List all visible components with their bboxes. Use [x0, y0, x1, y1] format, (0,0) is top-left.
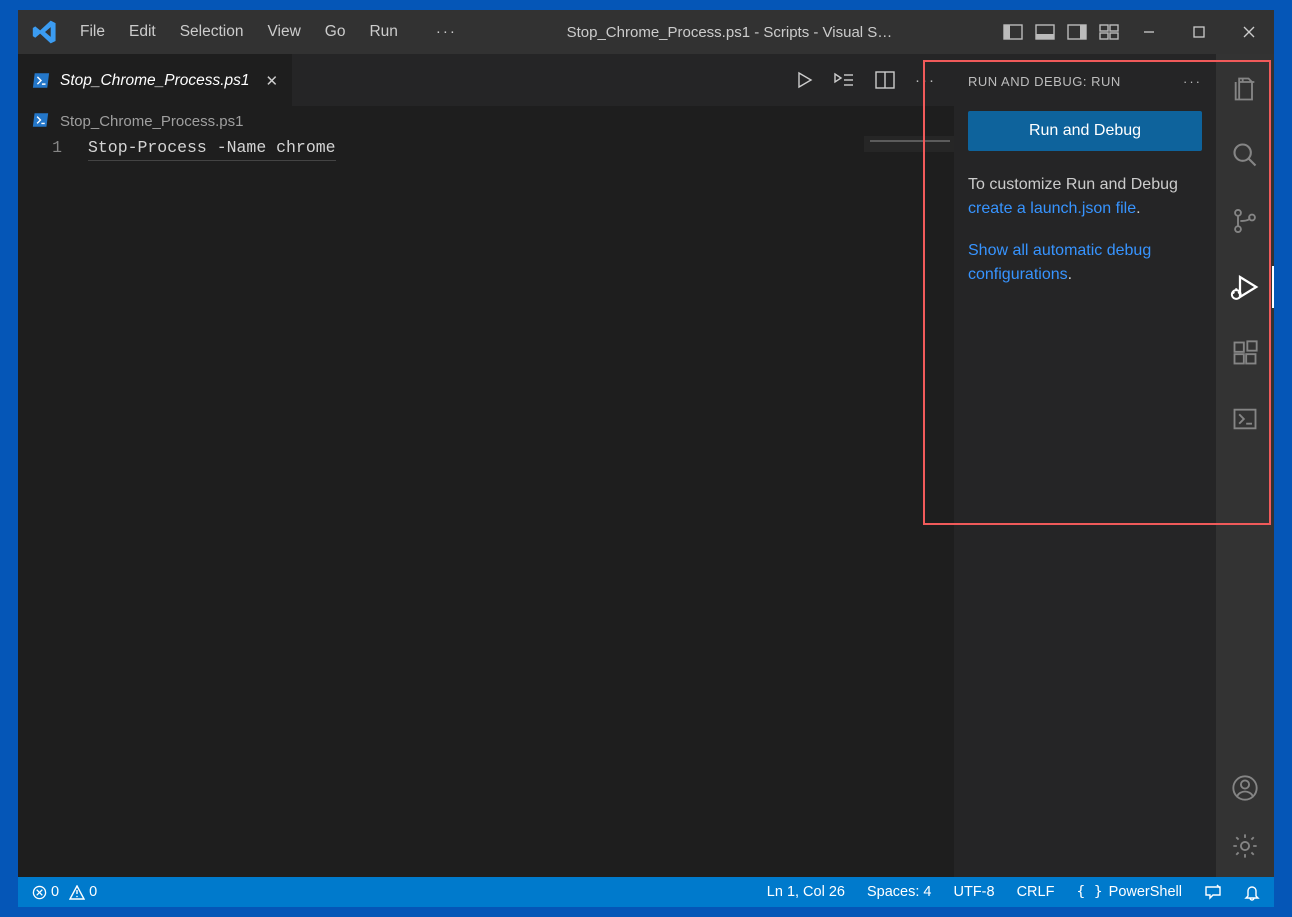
title-bar: File Edit Selection View Go Run ··· Stop…	[18, 10, 1274, 54]
accounts-icon[interactable]	[1230, 773, 1260, 803]
window-close-icon[interactable]	[1224, 10, 1274, 54]
status-notifications-icon[interactable]	[1244, 884, 1260, 901]
customize-text: To customize Run and Debug create a laun…	[968, 173, 1202, 221]
editor-actions: ···	[795, 54, 954, 106]
line-number: 1	[18, 136, 88, 877]
menu-bar: File Edit Selection View Go Run ···	[76, 23, 457, 41]
menu-file[interactable]: File	[80, 23, 105, 41]
toggle-panel-icon[interactable]	[1034, 23, 1056, 41]
status-spaces[interactable]: Spaces: 4	[867, 884, 932, 900]
minimap[interactable]	[864, 136, 954, 877]
status-eol[interactable]: CRLF	[1017, 884, 1055, 900]
editor-area: Stop_Chrome_Process.ps1 ✕ ··· Stop_Chrom…	[18, 54, 954, 877]
breadcrumb-file: Stop_Chrome_Process.ps1	[60, 113, 243, 130]
status-ln-col[interactable]: Ln 1, Col 26	[767, 884, 845, 900]
status-warnings[interactable]: 0	[69, 884, 97, 900]
editor-tab[interactable]: Stop_Chrome_Process.ps1 ✕	[18, 54, 292, 106]
run-and-debug-icon[interactable]	[1230, 272, 1260, 302]
panel-header-title: RUN AND DEBUG: RUN	[968, 74, 1121, 89]
panel-header: RUN AND DEBUG: RUN ···	[968, 74, 1202, 89]
run-and-debug-button[interactable]: Run and Debug	[968, 111, 1202, 151]
powershell-file-icon	[32, 73, 50, 89]
window-minimize-icon[interactable]	[1124, 10, 1174, 54]
powershell-file-icon	[32, 113, 50, 129]
editor-tab-bar: Stop_Chrome_Process.ps1 ✕ ···	[18, 54, 954, 106]
activity-bar	[1216, 54, 1274, 877]
powershell-extension-icon[interactable]	[1230, 404, 1260, 434]
show-all-configs-link[interactable]: Show all automatic debug configurations	[968, 242, 1151, 283]
menu-selection[interactable]: Selection	[180, 23, 244, 41]
menu-edit[interactable]: Edit	[129, 23, 156, 41]
code-editor[interactable]: 1 Stop-Process -Name chrome	[18, 136, 954, 877]
breadcrumb[interactable]: Stop_Chrome_Process.ps1	[18, 106, 954, 136]
run-and-debug-panel: RUN AND DEBUG: RUN ··· Run and Debug To …	[954, 54, 1216, 877]
run-file-icon[interactable]	[795, 71, 813, 89]
toggle-secondary-sidebar-icon[interactable]	[1066, 23, 1088, 41]
search-icon[interactable]	[1230, 140, 1260, 170]
run-selection-icon[interactable]	[833, 71, 855, 89]
layout-controls	[1002, 23, 1120, 41]
source-control-icon[interactable]	[1230, 206, 1260, 236]
status-bar: 0 0 Ln 1, Col 26 Spaces: 4 UTF-8 CRLF { …	[18, 877, 1274, 907]
vscode-logo-icon	[30, 17, 60, 47]
editor-more-actions-icon[interactable]: ···	[915, 72, 936, 89]
explorer-icon[interactable]	[1230, 74, 1260, 104]
menu-run[interactable]: Run	[369, 23, 397, 41]
menu-view[interactable]: View	[267, 23, 300, 41]
show-configs-text: Show all automatic debug configurations.	[968, 239, 1202, 287]
create-launch-json-link[interactable]: create a launch.json file	[968, 200, 1136, 217]
status-errors[interactable]: 0	[32, 884, 59, 900]
status-feedback-icon[interactable]	[1204, 884, 1222, 900]
tab-close-icon[interactable]: ✕	[266, 72, 279, 90]
editor-tab-label: Stop_Chrome_Process.ps1	[60, 72, 250, 90]
menu-overflow-icon[interactable]: ···	[436, 23, 457, 41]
status-encoding[interactable]: UTF-8	[953, 884, 994, 900]
customize-layout-icon[interactable]	[1098, 23, 1120, 41]
main-area: Stop_Chrome_Process.ps1 ✕ ··· Stop_Chrom…	[18, 54, 1274, 877]
code-line: Stop-Process -Name chrome	[88, 136, 954, 877]
extensions-icon[interactable]	[1230, 338, 1260, 368]
toggle-primary-sidebar-icon[interactable]	[1002, 23, 1024, 41]
panel-more-actions-icon[interactable]: ···	[1183, 74, 1202, 89]
status-language[interactable]: { }PowerShell	[1076, 884, 1182, 900]
menu-go[interactable]: Go	[325, 23, 346, 41]
window-maximize-icon[interactable]	[1174, 10, 1224, 54]
settings-gear-icon[interactable]	[1230, 831, 1260, 861]
window-title: Stop_Chrome_Process.ps1 - Scripts - Visu…	[457, 24, 1002, 41]
split-editor-icon[interactable]	[875, 71, 895, 89]
